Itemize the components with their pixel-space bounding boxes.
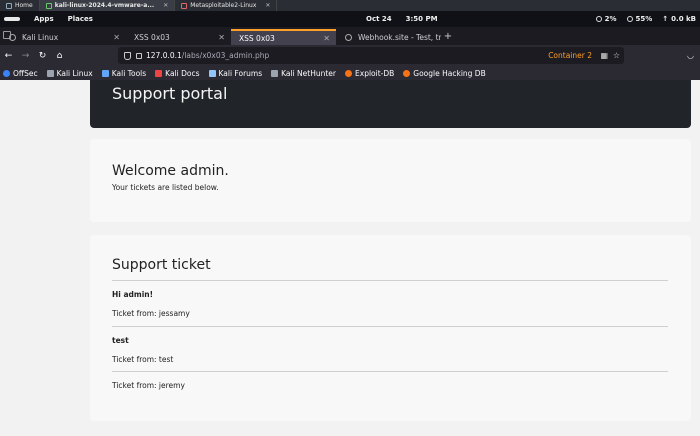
close-icon[interactable]: ✕ [265,2,270,9]
tab-label: XSS 0x03 [239,33,275,43]
divider [112,280,668,281]
forward-icon[interactable]: → [17,51,34,61]
reload-icon[interactable]: ↻ [34,51,51,61]
portal-header: Support portal [90,80,691,128]
container-badge[interactable]: Container 2 [548,51,592,60]
bookmark-label: Kali Linux [56,68,93,78]
page-content: Support portal Welcome admin. Your ticke… [0,80,700,436]
tickets-title: Support ticket [112,257,211,273]
vm-tab-bar: Home kali-linux-2024.4-vmware-a... ✕ Met… [0,0,700,11]
close-tab-icon[interactable]: ✕ [218,33,225,42]
vm-tab-metasploitable[interactable]: Metasploitable2-Linux ✕ [175,0,278,11]
tab-label: XSS 0x03 [134,32,170,42]
cpu-icon [595,16,602,22]
bookmark-google-hacking-db[interactable]: Google Hacking DB [403,68,486,78]
docs-icon [155,69,163,77]
nethunter-icon [271,69,279,77]
ticket-from: Ticket from: jeremy [112,381,185,390]
cpu-value: 2% [604,15,617,23]
pocket-icon[interactable]: ◡ [687,51,694,60]
ticket-from: Ticket from: jessamy [112,309,190,318]
kali-icon [46,69,54,77]
welcome-text: Your tickets are listed below. [112,183,219,192]
ticket-from: Ticket from: test [112,355,174,364]
memory-indicator[interactable]: 55% [626,15,653,23]
date-text: Oct 24 [366,15,392,23]
bookmark-kali-tools[interactable]: Kali Tools [101,68,147,78]
page-info-icon[interactable] [136,52,142,59]
divider [112,326,668,327]
tab-label: Webhook.site - Test, tra [358,32,441,42]
memory-icon [626,16,633,22]
bookmark-label: Kali NetHunter [281,68,337,78]
tab-kali-linux[interactable]: Kali Linux ✕ [0,29,126,45]
welcome-card: Welcome admin. Your tickets are listed b… [90,139,691,222]
network-value: 0.0 kB [671,15,696,23]
bookmark-exploit-db[interactable]: Exploit-DB [345,69,394,78]
vm-icon [45,2,52,9]
offsec-icon [3,69,10,77]
vm-tab-label: Home [15,2,33,9]
bookmark-label: Kali Forums [218,68,263,78]
memory-value: 55% [635,15,653,23]
vm-tab-label: Metasploitable2-Linux [190,2,257,9]
vm-icon [181,2,188,9]
system-tray: 2% 55% ↑ 0.0 kB [595,15,696,23]
close-icon[interactable]: ✕ [163,2,168,9]
page-title: Support portal [112,84,228,103]
apps-menu[interactable]: Apps [34,15,54,23]
bookmark-kali-linux[interactable]: Kali Linux [46,68,93,78]
bookmark-kali-docs[interactable]: Kali Docs [155,68,200,78]
bookmark-kali-forums[interactable]: Kali Forums [208,68,263,78]
url-path: /labs/x0x03_admin.php [181,51,270,60]
home-icon [6,2,12,9]
bookmark-label: Kali Tools [111,68,147,78]
tickets-card: Support ticket Hi admin! Ticket from: je… [90,235,691,421]
back-icon[interactable]: ← [0,51,17,61]
close-tab-icon[interactable]: ✕ [323,34,330,43]
bookmark-offsec[interactable]: OffSec [3,69,38,78]
ticket-title: test [112,336,129,345]
tools-icon [101,69,109,77]
extensions-grid-icon[interactable]: ▦ [600,51,608,60]
ghdb-icon [403,69,411,77]
kali-favicon [9,33,16,41]
forums-icon [208,69,216,77]
new-tab-button[interactable]: + [441,29,455,45]
bookmark-label: OffSec [13,68,38,78]
network-icon: ↑ [662,15,669,23]
bookmarks-toolbar: OffSec Kali Linux Kali Tools Kali Docs K… [0,66,700,80]
globe-icon [345,33,352,41]
system-top-bar: Apps Places Oct 24 3:50 PM 2% 55% ↑ 0.0 k… [0,11,700,27]
bookmark-star-icon[interactable]: ☆ [613,51,620,60]
vm-tab-label: kali-linux-2024.4-vmware-a... [54,2,155,9]
close-tab-icon[interactable]: ✕ [113,33,120,42]
divider [112,371,668,372]
tab-xss-0x03-active[interactable]: XSS 0x03 ✕ [231,29,336,45]
welcome-title: Welcome admin. [112,163,229,179]
tab-webhook-site[interactable]: Webhook.site - Test, tra ✕ [336,29,441,45]
vm-tab-home[interactable]: Home [0,0,40,11]
navigation-bar: ← → ↻ ⌂ 127.0.0.1/labs/x0x03_admin.php C… [0,45,700,66]
kali-menu-icon[interactable] [4,17,20,21]
bookmark-kali-nethunter[interactable]: Kali NetHunter [271,69,336,78]
browser-tab-bar: Kali Linux ✕ XSS 0x03 ✕ XSS 0x03 ✕ Webho… [0,27,700,45]
tab-label: Kali Linux [22,32,59,42]
time-text: 3:50 PM [405,15,438,23]
ticket-title: Hi admin! [112,290,154,299]
bookmark-label: Exploit-DB [355,68,395,78]
exploit-db-icon [345,69,353,77]
address-bar[interactable]: 127.0.0.1/labs/x0x03_admin.php Container… [118,47,624,64]
places-menu[interactable]: Places [68,15,93,23]
bookmark-label: Google Hacking DB [413,68,486,78]
url-host: 127.0.0.1 [146,51,182,60]
vm-tab-kali[interactable]: kali-linux-2024.4-vmware-a... ✕ [39,0,176,11]
bookmark-label: Kali Docs [165,68,200,78]
network-indicator[interactable]: ↑ 0.0 kB [662,15,696,23]
tab-xss-0x03[interactable]: XSS 0x03 ✕ [126,29,231,45]
home-icon[interactable]: ⌂ [51,51,68,61]
shield-icon[interactable] [124,51,131,60]
clock[interactable]: Oct 24 3:50 PM [366,15,438,23]
cpu-indicator[interactable]: 2% [595,15,617,23]
